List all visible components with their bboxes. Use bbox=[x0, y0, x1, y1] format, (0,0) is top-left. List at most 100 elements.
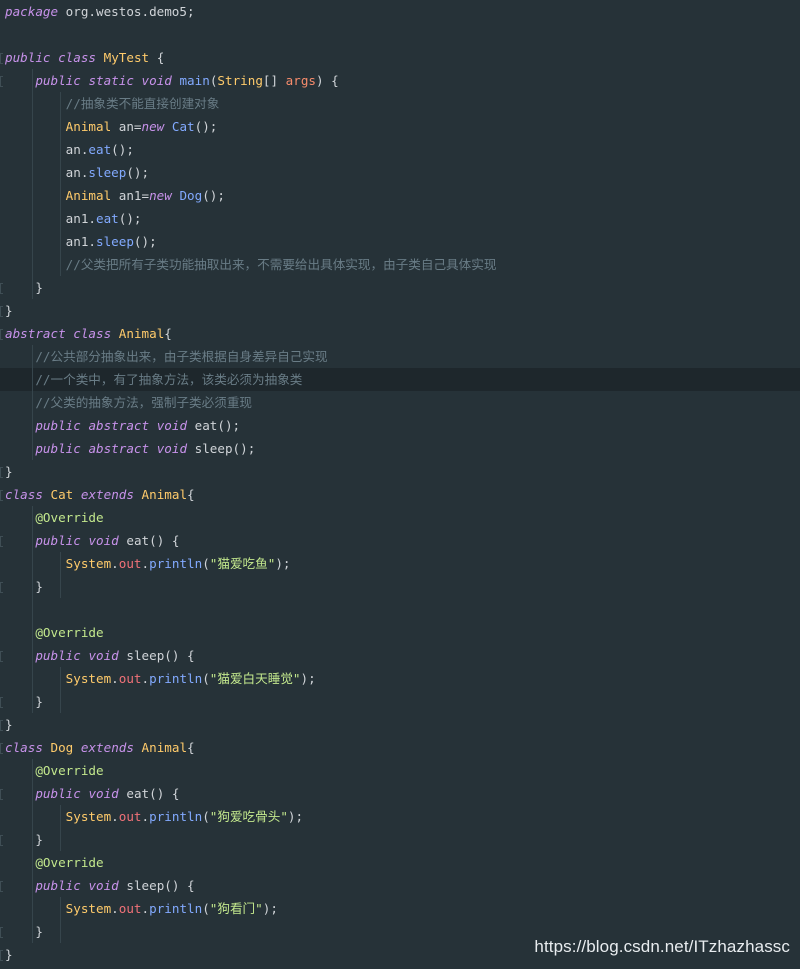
code-line[interactable]: } bbox=[0, 575, 800, 598]
fold-marker-icon[interactable] bbox=[0, 283, 3, 294]
code-editor[interactable]: package org.westos.demo5; public class My… bbox=[0, 0, 800, 969]
fold-marker-icon[interactable] bbox=[0, 950, 3, 961]
fold-marker-icon[interactable] bbox=[0, 881, 3, 892]
fold-marker-icon[interactable] bbox=[0, 835, 3, 846]
text-token: (); bbox=[126, 165, 150, 180]
annotation-token: @Override bbox=[35, 763, 104, 778]
string-token: "猫爱白天睡觉" bbox=[209, 671, 301, 686]
keyword-token: extends bbox=[80, 487, 134, 502]
code-line[interactable]: public static void main(String[] args) { bbox=[0, 69, 800, 92]
keyword-token: class bbox=[58, 50, 97, 65]
keyword-token: public bbox=[5, 50, 51, 65]
code-line[interactable]: System.out.println("狗看门"); bbox=[0, 897, 800, 920]
fold-marker-icon[interactable] bbox=[0, 743, 3, 754]
code-line[interactable]: abstract class Animal{ bbox=[0, 322, 800, 345]
text-token: ) { bbox=[316, 73, 339, 88]
keyword-token: void bbox=[141, 73, 172, 88]
code-line[interactable]: } bbox=[0, 276, 800, 299]
code-line[interactable]: System.out.println("猫爱白天睡觉"); bbox=[0, 667, 800, 690]
code-line[interactable]: public void sleep() { bbox=[0, 644, 800, 667]
code-line[interactable]: public void sleep() { bbox=[0, 874, 800, 897]
fold-marker-icon[interactable] bbox=[0, 582, 3, 593]
code-line[interactable]: package org.westos.demo5; bbox=[0, 0, 800, 23]
code-line[interactable]: //公共部分抽象出来，由子类根据自身差异自己实现 bbox=[0, 345, 800, 368]
field-token: out bbox=[118, 556, 142, 571]
code-line[interactable]: //一个类中，有了抽象方法，该类必须为抽象类 bbox=[0, 368, 800, 391]
text-token: . bbox=[111, 901, 119, 916]
code-line[interactable]: } bbox=[0, 690, 800, 713]
fold-marker-icon[interactable] bbox=[0, 306, 3, 317]
type-token: System bbox=[65, 809, 112, 824]
code-line[interactable]: an1.sleep(); bbox=[0, 230, 800, 253]
class-name-token: MyTest bbox=[103, 50, 150, 65]
text-token: sleep() { bbox=[118, 878, 195, 893]
keyword-token: public bbox=[35, 878, 81, 893]
keyword-token: void bbox=[88, 533, 119, 548]
fold-marker-icon[interactable] bbox=[0, 536, 3, 547]
code-line[interactable] bbox=[0, 598, 800, 621]
fold-marker-icon[interactable] bbox=[0, 76, 3, 87]
code-line[interactable]: //抽象类不能直接创建对象 bbox=[0, 92, 800, 115]
comment-token: //父类把所有子类功能抽取出来，不需要给出具体实现，由子类自己具体实现 bbox=[65, 257, 497, 272]
text-token: eat() { bbox=[118, 786, 180, 801]
code-line[interactable]: Animal an1=new Dog(); bbox=[0, 184, 800, 207]
text-token: an1= bbox=[111, 188, 150, 203]
code-line[interactable]: Animal an=new Cat(); bbox=[0, 115, 800, 138]
string-token: "狗看门" bbox=[209, 901, 263, 916]
fold-marker-icon[interactable] bbox=[0, 697, 3, 708]
field-token: out bbox=[118, 671, 142, 686]
code-line[interactable]: //父类把所有子类功能抽取出来，不需要给出具体实现，由子类自己具体实现 bbox=[0, 253, 800, 276]
code-line[interactable]: System.out.println("猫爱吃鱼"); bbox=[0, 552, 800, 575]
code-line[interactable] bbox=[0, 23, 800, 46]
keyword-token: new bbox=[149, 188, 172, 203]
type-token: System bbox=[65, 671, 112, 686]
code-line[interactable]: @Override bbox=[0, 621, 800, 644]
code-line[interactable]: class Cat extends Animal{ bbox=[0, 483, 800, 506]
fold-marker-icon[interactable] bbox=[0, 490, 3, 501]
code-line[interactable]: @Override bbox=[0, 851, 800, 874]
fold-marker-icon[interactable] bbox=[0, 927, 3, 938]
code-line[interactable]: //父类的抽象方法，强制子类必须重现 bbox=[0, 391, 800, 414]
code-line[interactable]: public abstract void sleep(); bbox=[0, 437, 800, 460]
text-token: } bbox=[5, 579, 43, 594]
fold-marker-icon[interactable] bbox=[0, 720, 3, 731]
code-line[interactable]: } bbox=[0, 828, 800, 851]
code-line[interactable]: @Override bbox=[0, 506, 800, 529]
code-line[interactable]: } bbox=[0, 460, 800, 483]
keyword-token: void bbox=[88, 878, 119, 893]
code-line[interactable]: public void eat() { bbox=[0, 782, 800, 805]
code-line[interactable]: System.out.println("狗爱吃骨头"); bbox=[0, 805, 800, 828]
fold-marker-icon[interactable] bbox=[0, 53, 3, 64]
code-line[interactable]: public class MyTest { bbox=[0, 46, 800, 69]
keyword-token: void bbox=[88, 648, 119, 663]
code-line[interactable]: class Dog extends Animal{ bbox=[0, 736, 800, 759]
code-line[interactable]: an1.eat(); bbox=[0, 207, 800, 230]
fold-marker-icon[interactable] bbox=[0, 651, 3, 662]
code-line[interactable]: public void eat() { bbox=[0, 529, 800, 552]
class-name-token: Animal bbox=[141, 487, 188, 502]
code-line[interactable]: } bbox=[0, 299, 800, 322]
annotation-token: @Override bbox=[35, 510, 104, 525]
fold-marker-icon[interactable] bbox=[0, 467, 3, 478]
code-line[interactable]: an.eat(); bbox=[0, 138, 800, 161]
code-line[interactable]: } bbox=[0, 713, 800, 736]
fold-marker-icon[interactable] bbox=[0, 329, 3, 340]
code-line[interactable]: an.sleep(); bbox=[0, 161, 800, 184]
fold-marker-icon[interactable] bbox=[0, 789, 3, 800]
code-line[interactable]: @Override bbox=[0, 759, 800, 782]
code-line[interactable]: public abstract void eat(); bbox=[0, 414, 800, 437]
class-name-token: Animal bbox=[141, 740, 188, 755]
text-token: . bbox=[141, 809, 150, 824]
